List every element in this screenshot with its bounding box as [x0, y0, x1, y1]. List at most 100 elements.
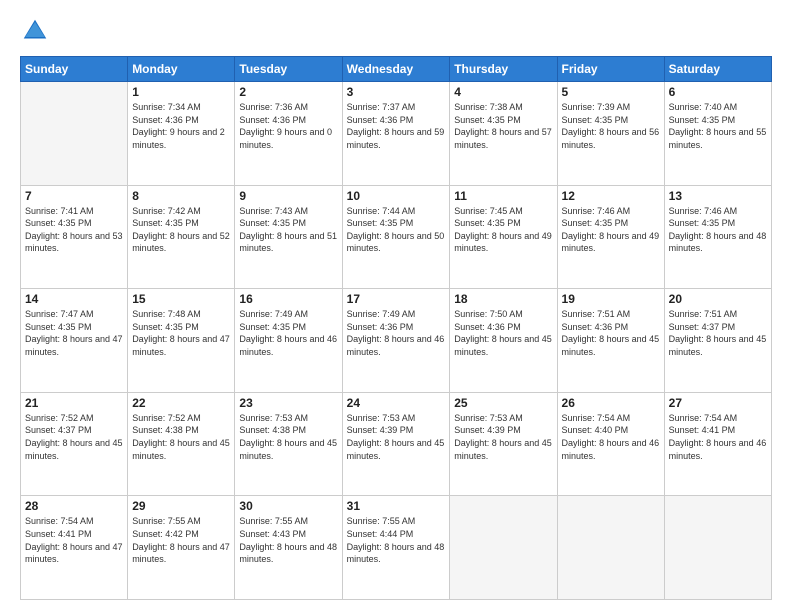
- calendar-week-2: 7 Sunrise: 7:41 AMSunset: 4:35 PMDaylight…: [21, 185, 772, 289]
- cell-info: Sunrise: 7:46 AMSunset: 4:35 PMDaylight:…: [562, 206, 660, 254]
- day-number: 12: [562, 189, 660, 203]
- cell-info: Sunrise: 7:55 AMSunset: 4:43 PMDaylight:…: [239, 516, 337, 564]
- cell-info: Sunrise: 7:49 AMSunset: 4:35 PMDaylight:…: [239, 309, 337, 357]
- calendar-week-5: 28Sunrise: 7:54 AMSunset: 4:41 PMDayligh…: [21, 496, 772, 600]
- logo-icon: [20, 16, 50, 46]
- calendar-week-1: 1Sunrise: 7:34 AMSunset: 4:36 PMDaylight…: [21, 82, 772, 186]
- day-number: 30: [239, 499, 337, 513]
- cell-info: Sunrise: 7:55 AMSunset: 4:44 PMDaylight:…: [347, 516, 445, 564]
- calendar-cell: 5 Sunrise: 7:39 AMSunset: 4:35 PMDaylight…: [557, 82, 664, 186]
- cell-info: Sunrise: 7:34 AMSunset: 4:36 PMDaylight:…: [132, 102, 225, 150]
- cell-info: Sunrise: 7:52 AMSunset: 4:37 PMDaylight:…: [25, 413, 123, 461]
- page: SundayMondayTuesdayWednesdayThursdayFrid…: [0, 0, 792, 612]
- day-number: 23: [239, 396, 337, 410]
- cell-info: Sunrise: 7:38 AMSunset: 4:35 PMDaylight:…: [454, 102, 552, 150]
- day-number: 13: [669, 189, 767, 203]
- calendar-cell: 22 Sunrise: 7:52 AMSunset: 4:38 PMDayligh…: [128, 392, 235, 496]
- calendar-cell: 12 Sunrise: 7:46 AMSunset: 4:35 PMDayligh…: [557, 185, 664, 289]
- cell-info: Sunrise: 7:41 AMSunset: 4:35 PMDaylight:…: [25, 206, 123, 254]
- cell-info: Sunrise: 7:52 AMSunset: 4:38 PMDaylight:…: [132, 413, 230, 461]
- calendar-cell: 14Sunrise: 7:47 AMSunset: 4:35 PMDayligh…: [21, 289, 128, 393]
- cell-info: Sunrise: 7:49 AMSunset: 4:36 PMDaylight:…: [347, 309, 445, 357]
- calendar-cell: 10 Sunrise: 7:44 AMSunset: 4:35 PMDayligh…: [342, 185, 450, 289]
- day-number: 24: [347, 396, 446, 410]
- calendar-cell: [450, 496, 557, 600]
- weekday-header-saturday: Saturday: [664, 57, 771, 82]
- calendar-cell: 24 Sunrise: 7:53 AMSunset: 4:39 PMDayligh…: [342, 392, 450, 496]
- weekday-header-friday: Friday: [557, 57, 664, 82]
- weekday-header-sunday: Sunday: [21, 57, 128, 82]
- calendar-week-3: 14Sunrise: 7:47 AMSunset: 4:35 PMDayligh…: [21, 289, 772, 393]
- weekday-header-tuesday: Tuesday: [235, 57, 342, 82]
- cell-info: Sunrise: 7:53 AMSunset: 4:39 PMDaylight:…: [454, 413, 552, 461]
- cell-info: Sunrise: 7:39 AMSunset: 4:35 PMDaylight:…: [562, 102, 660, 150]
- day-number: 31: [347, 499, 446, 513]
- calendar-cell: 21 Sunrise: 7:52 AMSunset: 4:37 PMDayligh…: [21, 392, 128, 496]
- weekday-header-row: SundayMondayTuesdayWednesdayThursdayFrid…: [21, 57, 772, 82]
- day-number: 2: [239, 85, 337, 99]
- calendar-cell: 15 Sunrise: 7:48 AMSunset: 4:35 PMDayligh…: [128, 289, 235, 393]
- calendar-cell: 19Sunrise: 7:51 AMSunset: 4:36 PMDayligh…: [557, 289, 664, 393]
- calendar-cell: 18Sunrise: 7:50 AMSunset: 4:36 PMDayligh…: [450, 289, 557, 393]
- cell-info: Sunrise: 7:42 AMSunset: 4:35 PMDaylight:…: [132, 206, 230, 254]
- day-number: 14: [25, 292, 123, 306]
- calendar-cell: [557, 496, 664, 600]
- cell-info: Sunrise: 7:48 AMSunset: 4:35 PMDaylight:…: [132, 309, 230, 357]
- day-number: 27: [669, 396, 767, 410]
- day-number: 10: [347, 189, 446, 203]
- calendar-cell: 7 Sunrise: 7:41 AMSunset: 4:35 PMDaylight…: [21, 185, 128, 289]
- cell-info: Sunrise: 7:51 AMSunset: 4:37 PMDaylight:…: [669, 309, 767, 357]
- weekday-header-thursday: Thursday: [450, 57, 557, 82]
- calendar-cell: [21, 82, 128, 186]
- calendar-cell: 27 Sunrise: 7:54 AMSunset: 4:41 PMDayligh…: [664, 392, 771, 496]
- day-number: 8: [132, 189, 230, 203]
- calendar-cell: 23 Sunrise: 7:53 AMSunset: 4:38 PMDayligh…: [235, 392, 342, 496]
- calendar-table: SundayMondayTuesdayWednesdayThursdayFrid…: [20, 56, 772, 600]
- day-number: 5: [562, 85, 660, 99]
- day-number: 22: [132, 396, 230, 410]
- cell-info: Sunrise: 7:37 AMSunset: 4:36 PMDaylight:…: [347, 102, 445, 150]
- calendar-cell: 8 Sunrise: 7:42 AMSunset: 4:35 PMDaylight…: [128, 185, 235, 289]
- calendar-cell: 16Sunrise: 7:49 AMSunset: 4:35 PMDayligh…: [235, 289, 342, 393]
- header: [20, 16, 772, 46]
- cell-info: Sunrise: 7:53 AMSunset: 4:39 PMDaylight:…: [347, 413, 445, 461]
- day-number: 29: [132, 499, 230, 513]
- cell-info: Sunrise: 7:46 AMSunset: 4:35 PMDaylight:…: [669, 206, 767, 254]
- day-number: 25: [454, 396, 552, 410]
- day-number: 9: [239, 189, 337, 203]
- cell-info: Sunrise: 7:51 AMSunset: 4:36 PMDaylight:…: [562, 309, 660, 357]
- logo: [20, 16, 54, 46]
- day-number: 4: [454, 85, 552, 99]
- cell-info: Sunrise: 7:54 AMSunset: 4:41 PMDaylight:…: [669, 413, 767, 461]
- cell-info: Sunrise: 7:54 AMSunset: 4:40 PMDaylight:…: [562, 413, 660, 461]
- day-number: 21: [25, 396, 123, 410]
- calendar-cell: 26Sunrise: 7:54 AMSunset: 4:40 PMDayligh…: [557, 392, 664, 496]
- calendar-cell: 6 Sunrise: 7:40 AMSunset: 4:35 PMDaylight…: [664, 82, 771, 186]
- calendar-cell: 17 Sunrise: 7:49 AMSunset: 4:36 PMDayligh…: [342, 289, 450, 393]
- cell-info: Sunrise: 7:40 AMSunset: 4:35 PMDaylight:…: [669, 102, 767, 150]
- day-number: 7: [25, 189, 123, 203]
- cell-info: Sunrise: 7:53 AMSunset: 4:38 PMDaylight:…: [239, 413, 337, 461]
- calendar-cell: 11Sunrise: 7:45 AMSunset: 4:35 PMDayligh…: [450, 185, 557, 289]
- calendar-cell: 4 Sunrise: 7:38 AMSunset: 4:35 PMDaylight…: [450, 82, 557, 186]
- calendar-cell: 1Sunrise: 7:34 AMSunset: 4:36 PMDaylight…: [128, 82, 235, 186]
- calendar-cell: 9 Sunrise: 7:43 AMSunset: 4:35 PMDaylight…: [235, 185, 342, 289]
- day-number: 17: [347, 292, 446, 306]
- day-number: 3: [347, 85, 446, 99]
- cell-info: Sunrise: 7:36 AMSunset: 4:36 PMDaylight:…: [239, 102, 332, 150]
- calendar-cell: 28Sunrise: 7:54 AMSunset: 4:41 PMDayligh…: [21, 496, 128, 600]
- day-number: 15: [132, 292, 230, 306]
- cell-info: Sunrise: 7:55 AMSunset: 4:42 PMDaylight:…: [132, 516, 230, 564]
- calendar-cell: 3 Sunrise: 7:37 AMSunset: 4:36 PMDaylight…: [342, 82, 450, 186]
- day-number: 6: [669, 85, 767, 99]
- cell-info: Sunrise: 7:44 AMSunset: 4:35 PMDaylight:…: [347, 206, 445, 254]
- cell-info: Sunrise: 7:43 AMSunset: 4:35 PMDaylight:…: [239, 206, 337, 254]
- day-number: 20: [669, 292, 767, 306]
- calendar-cell: 29 Sunrise: 7:55 AMSunset: 4:42 PMDayligh…: [128, 496, 235, 600]
- calendar-cell: 25 Sunrise: 7:53 AMSunset: 4:39 PMDayligh…: [450, 392, 557, 496]
- calendar-cell: 30 Sunrise: 7:55 AMSunset: 4:43 PMDayligh…: [235, 496, 342, 600]
- day-number: 28: [25, 499, 123, 513]
- calendar-cell: 31 Sunrise: 7:55 AMSunset: 4:44 PMDayligh…: [342, 496, 450, 600]
- calendar-cell: 2 Sunrise: 7:36 AMSunset: 4:36 PMDaylight…: [235, 82, 342, 186]
- weekday-header-monday: Monday: [128, 57, 235, 82]
